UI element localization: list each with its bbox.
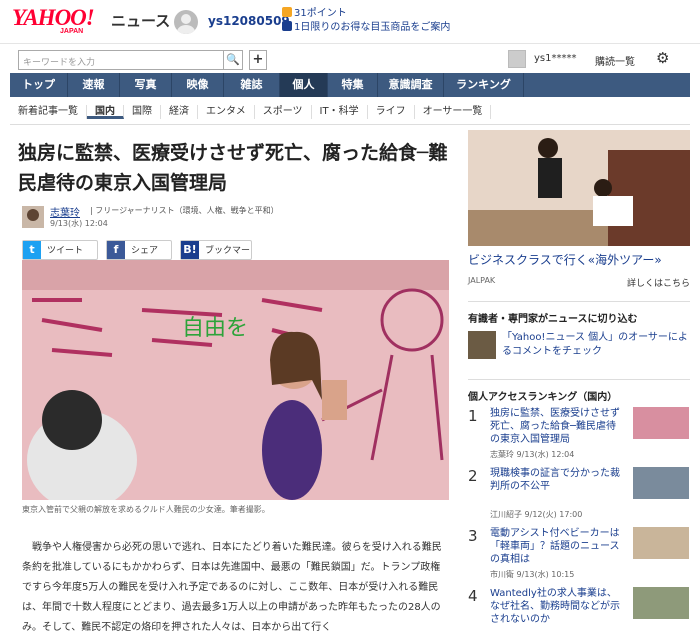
author-info: 志葉玲 | フリージャーナリスト（環境、人権、戦争と平和） 9/13(水) 12… xyxy=(10,204,457,240)
subnav-item[interactable]: エンタメ xyxy=(198,105,255,119)
expert-text: 「Yahoo!ニュース 個人」のオーサーによるコメントをチェック xyxy=(502,332,688,357)
author-avatar[interactable] xyxy=(22,206,44,228)
protest-photo: 自由を xyxy=(22,260,449,500)
facebook-label: シェア xyxy=(131,246,159,256)
ranking-list: 1 独房に監禁、医療受けさせず死亡、腐った給食─難民虐待の東京入国管理局志葉玲 9… xyxy=(468,407,690,643)
rank-title[interactable]: 独房に監禁、医療受けさせず死亡、腐った給食─難民虐待の東京入国管理局 xyxy=(490,407,625,446)
nav-item[interactable]: 写真 xyxy=(120,73,172,97)
ranking-item[interactable]: 3 電動アシスト付ベビーカーは「軽車両」？話題のニュースの真相は市川衛 9/13(… xyxy=(468,527,690,583)
rank-number: 2 xyxy=(468,467,478,485)
facebook-icon: f xyxy=(107,241,125,259)
points-icon xyxy=(282,7,292,17)
ranking-item[interactable]: 1 独房に監禁、医療受けさせず死亡、腐った給食─難民虐待の東京入国管理局志葉玲 9… xyxy=(468,407,690,463)
nav-item[interactable]: ランキング xyxy=(444,73,524,97)
sub-nav: 新着記事一覧 国内 国際 経済 エンタメ スポーツ IT・科学 ライフ オーサー一覧 xyxy=(10,99,690,125)
article-body: 戦争や人権侵害から必死の思いで逃れ、日本にたどり着いた難民達。彼らを受け入れる難… xyxy=(22,542,442,633)
search-icon[interactable]: 🔍 xyxy=(223,50,243,70)
nav-item[interactable]: 速報 xyxy=(68,73,120,97)
author-name[interactable]: 志葉玲 xyxy=(50,204,80,219)
subscription-link[interactable]: 購読一覧 xyxy=(595,53,635,68)
bookmark-button[interactable]: B!ブックマーク xyxy=(180,240,252,276)
bookmark-icon: B! xyxy=(181,241,199,259)
subnav-item[interactable]: スポーツ xyxy=(255,105,312,119)
ad-photo xyxy=(468,130,690,246)
gear-icon[interactable]: ⚙ xyxy=(656,49,669,67)
rank-thumbnail[interactable] xyxy=(633,467,689,499)
author-role: | フリージャーナリスト（環境、人権、戦争と平和） xyxy=(90,206,279,215)
ad-source-label: JALPAK xyxy=(468,276,496,285)
top-header: YAHOO! JAPAN ニュース ys12080509 31ポイント 1日限り… xyxy=(0,0,700,44)
nav-item[interactable]: 映像 xyxy=(172,73,224,97)
username-link[interactable]: ys12080509 xyxy=(208,14,290,28)
user-avatar-icon[interactable] xyxy=(174,10,198,34)
ad-source: JALPAK 詳しくはこちら xyxy=(468,276,690,289)
subnav-item[interactable]: IT・科学 xyxy=(312,105,368,119)
rank-thumbnail[interactable] xyxy=(633,587,689,619)
article-photo[interactable]: 自由を xyxy=(22,260,449,500)
nav-item[interactable]: 雑誌 xyxy=(224,73,280,97)
yahoo-japan-logo[interactable]: YAHOO! JAPAN xyxy=(12,5,112,37)
gift-icon xyxy=(282,21,292,31)
rank-title[interactable]: 電動アシスト付ベビーカーは「軽車両」？話題のニュースの真相は xyxy=(490,527,625,566)
search-input[interactable]: キーワードを入力 xyxy=(18,50,243,70)
ranking-item[interactable]: 4 Wantedly社の求人事業は、なぜ社名、勤務時間などが示されないのか xyxy=(468,587,690,643)
rank-title[interactable]: Wantedly社の求人事業は、なぜ社名、勤務時間などが示されないのか xyxy=(490,587,625,626)
ad-more-link[interactable]: 詳しくはこちら xyxy=(627,276,690,289)
nav-item[interactable]: トップ xyxy=(10,73,68,97)
subnav-item[interactable]: 経済 xyxy=(161,105,198,119)
rank-meta: 江川紹子 9/12(火) 17:00 xyxy=(490,510,583,519)
nav-item[interactable]: 特集 xyxy=(328,73,378,97)
subnav-item[interactable]: 国際 xyxy=(124,105,161,119)
article-title: 独房に監禁、医療受けさせず死亡、腐った給食─難民虐待の東京入国管理局 xyxy=(18,142,448,194)
article-date: 9/13(水) 12:04 xyxy=(50,219,108,228)
rank-thumbnail[interactable] xyxy=(633,527,689,559)
nav-item[interactable]: 個人 xyxy=(280,73,328,97)
points-panel[interactable]: 31ポイント 1日限りのお得な目玉商品をご案内 xyxy=(282,7,450,35)
rank-number: 3 xyxy=(468,527,478,545)
expert-icon xyxy=(468,331,496,359)
facebook-share-button[interactable]: f シェア xyxy=(106,240,172,260)
section-label[interactable]: ニュース xyxy=(111,10,170,31)
subnav-item[interactable]: 国内 xyxy=(87,105,124,119)
twitter-icon: t xyxy=(23,241,41,259)
tweet-button[interactable]: t ツイート xyxy=(22,240,98,260)
svg-text:自由を: 自由を xyxy=(182,316,248,341)
ad-title[interactable]: ビジネスクラスで行く«海外ツアー» xyxy=(468,252,690,268)
rank-title[interactable]: 現職検事の証言で分かった裁判所の不公平 xyxy=(490,467,625,493)
ad-image[interactable] xyxy=(468,130,690,246)
promo-text: 1日限りのお得な目玉商品をご案内 xyxy=(294,22,451,33)
ranking-title: 個人アクセスランキング（国内） xyxy=(468,379,690,403)
points-text: 31ポイント xyxy=(294,8,347,19)
logo-text: YAHOO! xyxy=(12,5,95,30)
logo-subtext: JAPAN xyxy=(60,28,84,35)
rank-meta: 市川衛 9/13(水) 10:15 xyxy=(490,570,575,579)
expert-link[interactable]: 「Yahoo!ニュース 個人」のオーサーによるコメントをチェック xyxy=(468,331,690,363)
main-nav: トップ 速報 写真 映像 雑誌 個人 特集 意識調査 ランキング xyxy=(10,73,690,97)
nav-item[interactable]: 意識調査 xyxy=(378,73,444,97)
rank-number: 1 xyxy=(468,407,478,425)
rank-thumbnail[interactable] xyxy=(633,407,689,439)
sidebar: ビジネスクラスで行く«海外ツアー» JALPAK 詳しくはこちら 有識者・専門家… xyxy=(468,130,690,643)
article-column: 独房に監禁、医療受けさせず死亡、腐った給食─難民虐待の東京入国管理局 志葉玲 |… xyxy=(10,130,457,633)
subnav-item[interactable]: ライフ xyxy=(368,105,415,119)
tweet-label: ツイート xyxy=(47,246,84,256)
photo-caption: 東京入管前で父親の解放を求めるクルド人難民の少女達。筆者撮影。 xyxy=(22,505,270,514)
ranking-item[interactable]: 2 現職検事の証言で分かった裁判所の不公平江川紹子 9/12(火) 17:00 xyxy=(468,467,690,523)
add-button[interactable]: + xyxy=(249,50,267,70)
rank-number: 4 xyxy=(468,587,478,605)
account-avatar-icon[interactable] xyxy=(508,50,526,68)
subnav-item[interactable]: 新着記事一覧 xyxy=(10,105,87,119)
expert-section-title: 有識者・専門家がニュースに切り込む xyxy=(468,301,690,325)
rank-meta: 志葉玲 9/13(水) 12:04 xyxy=(490,450,575,459)
search-row: キーワードを入力 🔍 + ys1***** 購読一覧 ⚙ xyxy=(0,47,700,75)
subnav-item[interactable]: オーサー一覧 xyxy=(415,105,492,119)
account-name[interactable]: ys1***** xyxy=(534,53,577,64)
